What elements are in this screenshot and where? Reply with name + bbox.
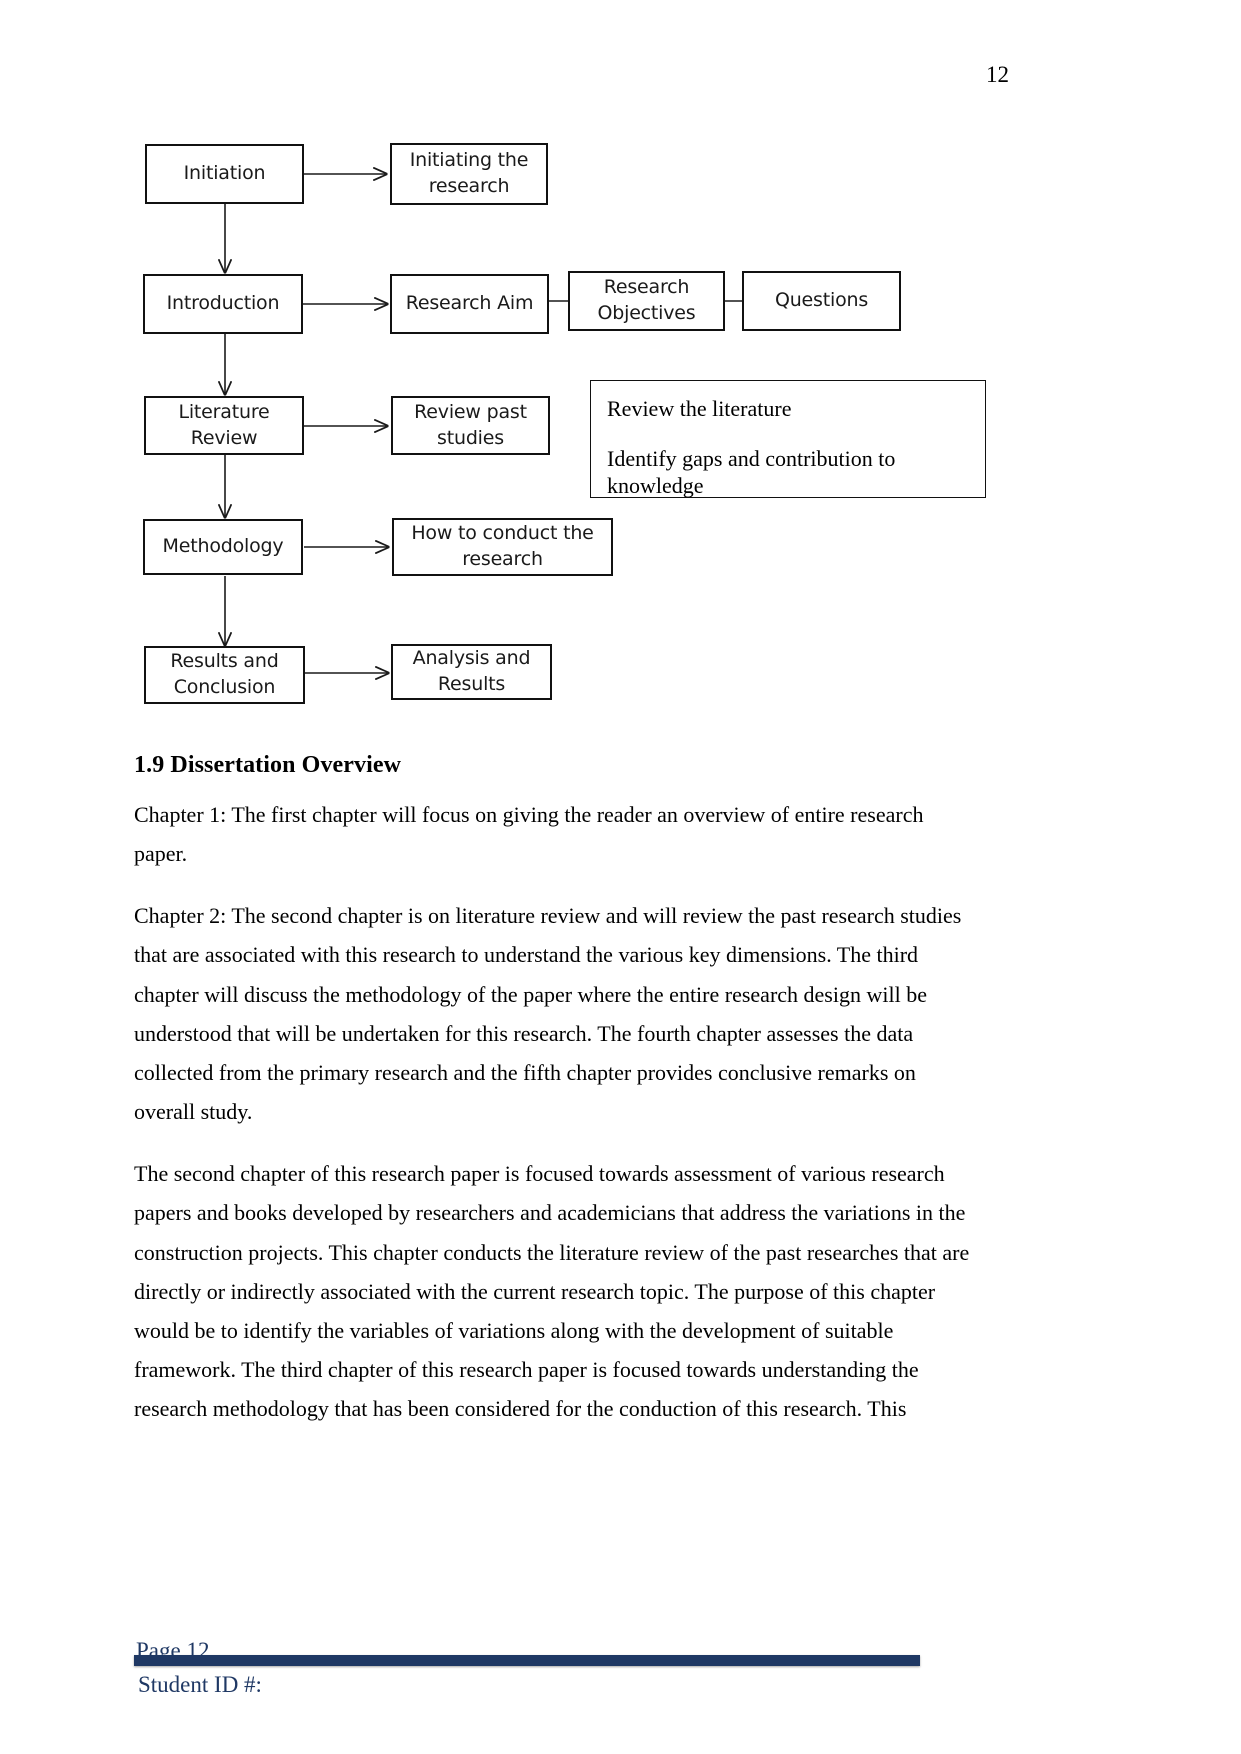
flow-node-analysis-results-label: Analysis and Results: [412, 647, 531, 695]
flow-node-research-objectives: Research Objectives: [568, 271, 725, 331]
flow-node-review-past-studies-label: Review past studies: [414, 400, 527, 449]
flow-node-research-objectives-label: Research Objectives: [597, 276, 696, 324]
flow-node-questions: Questions: [742, 271, 901, 331]
flow-node-analysis-results: Analysis and Results: [391, 644, 552, 700]
paragraph-chapter-2: Chapter 2: The second chapter is on lite…: [134, 903, 962, 1125]
flow-node-introduction-label: Introduction: [166, 292, 280, 315]
note-line-review-literature: Review the literature: [607, 396, 792, 421]
flow-node-literature-review-label: Literature Review: [178, 400, 270, 449]
page-content: 1.9 Dissertation Overview Chapter 1: The…: [134, 752, 979, 1451]
section-heading: 1.9 Dissertation Overview: [134, 752, 402, 778]
flow-node-results-conclusion: Results and Conclusion: [144, 646, 305, 704]
flow-node-how-to-conduct-label: How to conduct the research: [411, 522, 594, 570]
flow-node-introduction: Introduction: [143, 274, 303, 334]
page-footer: Page 12 Student ID #:: [0, 1614, 1241, 1754]
paragraph-second-chapter-detail: The second chapter of this research pape…: [134, 1161, 970, 1422]
research-process-flowchart: Initiation Initiating the research Intro…: [0, 0, 1241, 740]
flow-node-questions-label: Questions: [774, 289, 869, 312]
flow-node-literature-review: Literature Review: [144, 396, 304, 455]
flow-node-methodology-label: Methodology: [162, 535, 284, 558]
footer-divider-rule: [134, 1655, 920, 1666]
flow-node-research-aim: Research Aim: [390, 274, 549, 334]
paragraph-chapter-1: Chapter 1: The first chapter will focus …: [134, 802, 924, 867]
literature-note-box: Review the literature Identify gaps and …: [590, 380, 986, 498]
flow-node-initiating-research: Initiating the research: [390, 143, 548, 205]
flow-node-how-to-conduct: How to conduct the research: [392, 518, 613, 576]
flow-node-review-past-studies: Review past studies: [391, 396, 550, 455]
flow-node-results-conclusion-label: Results and Conclusion: [170, 650, 279, 698]
flow-node-initiation-label: Initiation: [183, 162, 266, 185]
flow-node-methodology: Methodology: [143, 519, 303, 575]
flow-node-initiation: Initiation: [145, 144, 304, 204]
flow-node-initiating-research-label: Initiating the research: [409, 149, 529, 197]
note-line-identify-gaps: Identify gaps and contribution to knowle…: [607, 445, 896, 499]
flow-node-research-aim-label: Research Aim: [405, 292, 534, 315]
page-number: 12: [986, 62, 1009, 87]
flowchart-connectors: [0, 0, 743, 740]
footer-student-id: Student ID #:: [138, 1672, 262, 1697]
